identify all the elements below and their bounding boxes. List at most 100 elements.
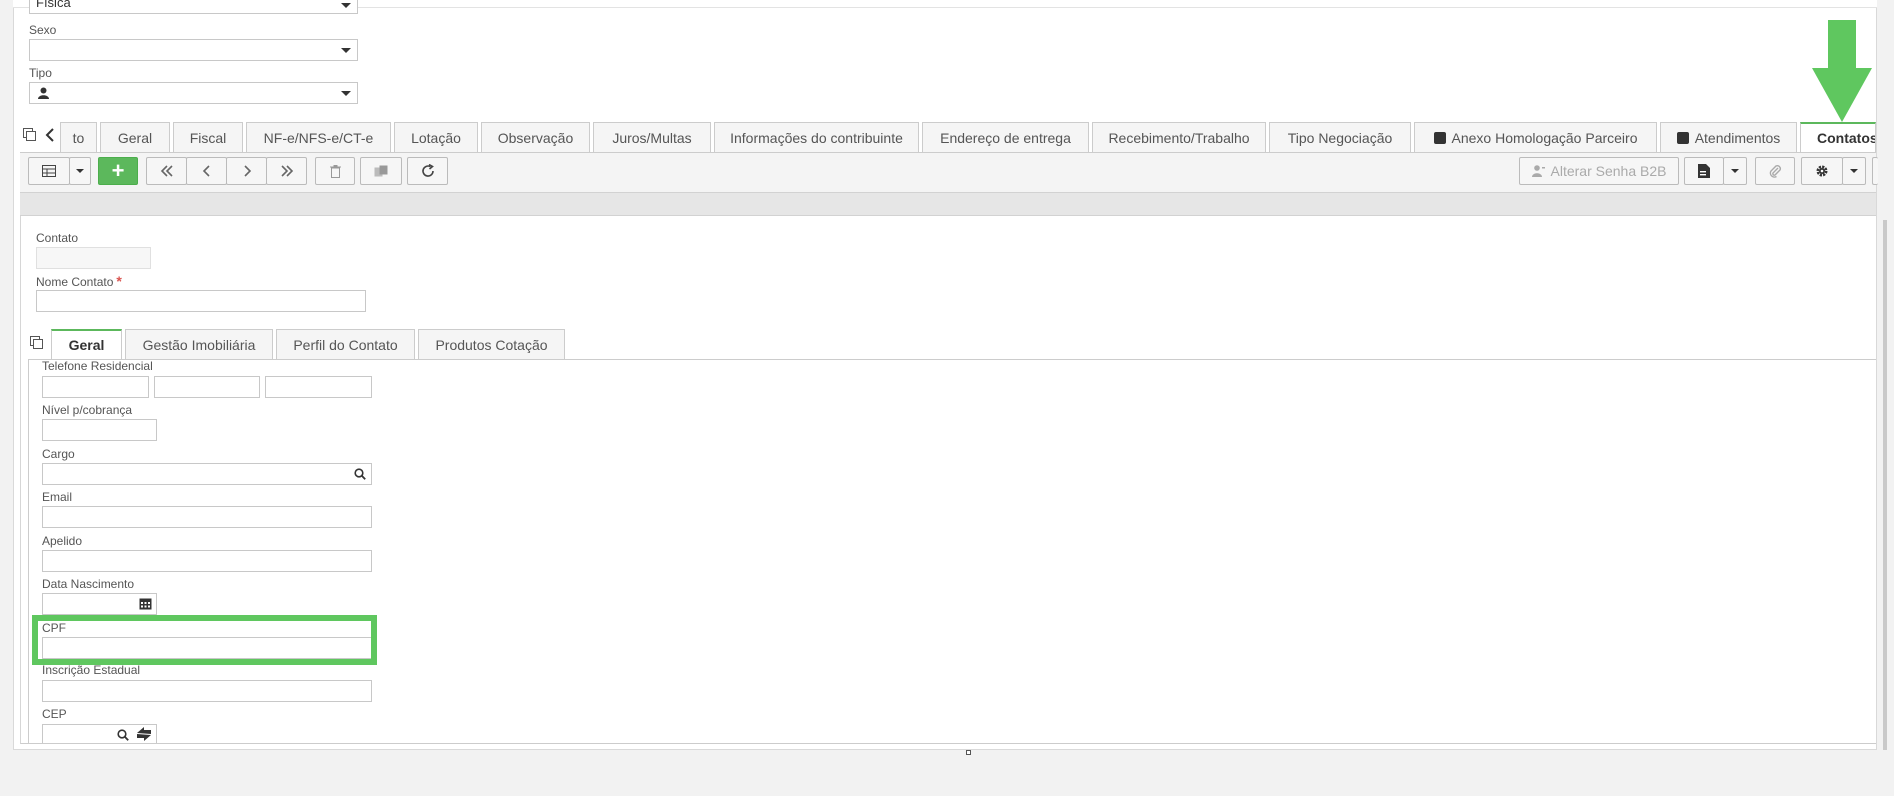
user-key-icon	[1531, 165, 1545, 177]
nome-contato-input[interactable]	[36, 290, 366, 312]
last-record-button[interactable]	[266, 157, 307, 185]
tab-endereco-entrega[interactable]: Endereço de entrega	[922, 122, 1089, 152]
tab-label: Geral	[117, 129, 153, 146]
report-dropdown[interactable]	[1723, 157, 1747, 185]
gear-icon	[1816, 165, 1828, 177]
tabs-scroll-left-icon[interactable]	[45, 128, 55, 145]
tab-anexo-homologacao[interactable]: Anexo Homologação Parceiro	[1414, 122, 1657, 152]
tab-tipo-negociacao[interactable]: Tipo Negociação	[1269, 122, 1411, 152]
trash-icon	[329, 164, 341, 178]
nome-contato-label-text: Nome Contato	[36, 275, 114, 289]
sexo-select[interactable]	[29, 39, 358, 61]
telefone-numero-input[interactable]	[154, 376, 260, 398]
calendar-icon[interactable]	[139, 597, 152, 610]
tipo-select[interactable]	[29, 82, 358, 104]
tab-observacao[interactable]: Observação	[481, 122, 590, 152]
paperclip-icon	[1769, 165, 1781, 178]
tab-informacoes-contribuinte[interactable]: Informações do contribuinte	[714, 122, 919, 152]
tab-nfe[interactable]: NF-e/NFS-e/CT-e	[246, 122, 391, 152]
caret-down-icon	[76, 169, 84, 173]
tab-label: Lotação	[411, 129, 461, 146]
puzzle-icon	[1433, 131, 1446, 144]
green-arrow-down-icon	[1812, 20, 1872, 122]
refresh-button[interactable]	[407, 157, 448, 185]
inner-tab-perfil-contato[interactable]: Perfil do Contato	[276, 329, 415, 359]
tab-atendimentos[interactable]: Atendimentos	[1660, 122, 1797, 152]
chevron-down-icon	[341, 48, 351, 53]
copy-tabs-icon[interactable]	[23, 128, 37, 145]
data-nascimento-input[interactable]	[42, 593, 157, 615]
search-icon[interactable]	[354, 468, 366, 480]
report-button[interactable]	[1684, 157, 1724, 185]
cep-input[interactable]	[42, 724, 157, 743]
alterar-senha-b2b-label: Alterar Senha B2B	[1550, 163, 1667, 179]
pessoa-select[interactable]: Física	[29, 0, 358, 14]
grid-view-button[interactable]	[28, 157, 70, 185]
tab-juros-multas[interactable]: Juros/Multas	[593, 122, 711, 152]
cargo-input[interactable]	[42, 463, 372, 485]
caret-down-icon	[1850, 169, 1858, 173]
contato-field	[36, 247, 151, 269]
tab-geral[interactable]: Geral	[100, 122, 170, 152]
tab-label: Informações do contribuinte	[730, 129, 903, 146]
inner-tab-geral[interactable]: Geral	[51, 329, 122, 359]
contato-label: Contato	[36, 231, 79, 245]
telefone-residencial-label: Telefone Residencial	[42, 359, 153, 373]
attachment-button[interactable]	[1755, 157, 1795, 185]
copy-inner-tabs-icon[interactable]	[30, 336, 44, 353]
vertical-scrollbar[interactable]	[1883, 220, 1887, 750]
required-asterisk: *	[116, 273, 122, 289]
tab-recebimento-trabalho[interactable]: Recebimento/Trabalho	[1092, 122, 1266, 152]
search-icon[interactable]	[117, 729, 129, 741]
apelido-input[interactable]	[42, 550, 372, 572]
user-icon	[38, 87, 49, 99]
telefone-ramal-input[interactable]	[265, 376, 372, 398]
tab-label: NF-e/NFS-e/CT-e	[263, 129, 374, 146]
tab-label: to	[72, 129, 85, 146]
inner-tab-produtos-cotacao[interactable]: Produtos Cotação	[418, 329, 565, 359]
data-nascimento-label: Data Nascimento	[42, 577, 135, 591]
tab-lotacao[interactable]: Lotação	[394, 122, 478, 152]
caret-down-icon	[1731, 169, 1739, 173]
puzzle-icon	[1676, 131, 1689, 144]
table-icon	[42, 165, 56, 177]
grid-view-dropdown[interactable]	[69, 157, 91, 185]
first-record-button[interactable]	[146, 157, 187, 185]
double-chevron-left-icon	[160, 165, 173, 177]
cargo-label: Cargo	[42, 447, 75, 461]
previous-record-button[interactable]	[186, 157, 227, 185]
nivel-cobranca-label: Nível p/cobrança	[42, 403, 133, 417]
tipo-label: Tipo	[29, 66, 52, 80]
tab-label: Atendimentos	[1694, 129, 1781, 146]
next-record-button[interactable]	[226, 157, 267, 185]
settings-dropdown[interactable]	[1842, 157, 1866, 185]
email-input[interactable]	[42, 506, 372, 528]
tab-contatos[interactable]: Contatos	[1800, 122, 1876, 152]
nivel-cobranca-input[interactable]	[42, 419, 157, 441]
overflow-button[interactable]	[1872, 157, 1878, 185]
cpf-highlight-box	[32, 615, 377, 665]
exchange-icon[interactable]	[135, 726, 153, 742]
tab-fiscal[interactable]: Fiscal	[173, 122, 243, 152]
inner-tab-label: Produtos Cotação	[435, 336, 548, 353]
double-chevron-right-icon	[280, 165, 293, 177]
refresh-icon	[421, 164, 434, 177]
inscricao-estadual-input[interactable]	[42, 680, 372, 702]
resize-handle[interactable]	[966, 750, 971, 755]
tab-partial[interactable]: to	[60, 122, 97, 152]
tab-label: Tipo Negociação	[1287, 129, 1393, 146]
apelido-label: Apelido	[42, 534, 83, 548]
duplicate-button[interactable]	[360, 157, 402, 185]
settings-button[interactable]	[1801, 157, 1843, 185]
chevron-left-icon	[202, 165, 210, 177]
chevron-right-icon	[243, 165, 251, 177]
chevron-down-icon	[341, 3, 351, 8]
inner-tab-gestao-imobiliaria[interactable]: Gestão Imobiliária	[125, 329, 273, 359]
add-button[interactable]: +	[98, 157, 138, 185]
sexo-label: Sexo	[29, 23, 57, 37]
telefone-ddd-input[interactable]	[42, 376, 149, 398]
delete-button[interactable]	[315, 157, 355, 185]
plus-icon: +	[111, 158, 125, 183]
tab-label: Juros/Multas	[612, 129, 692, 146]
alterar-senha-b2b-button[interactable]: Alterar Senha B2B	[1519, 157, 1679, 185]
